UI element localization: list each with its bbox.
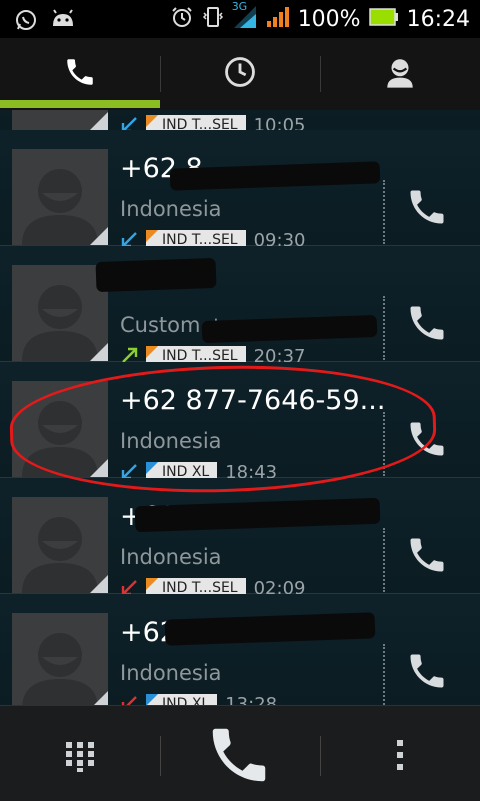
bottom-divider xyxy=(320,736,321,776)
country-label: Indonesia xyxy=(120,661,222,685)
person-icon xyxy=(383,55,417,93)
call-time: 13:28 xyxy=(225,693,278,706)
redaction xyxy=(95,257,217,293)
tab-call-log[interactable] xyxy=(160,38,320,110)
call-log-row[interactable]: IND T...SEL 10:05 xyxy=(0,110,480,136)
dialpad-icon[interactable] xyxy=(64,740,96,776)
separator xyxy=(383,528,385,592)
signal-icon xyxy=(266,5,290,33)
call-button[interactable] xyxy=(405,185,449,229)
avatar[interactable] xyxy=(12,149,108,245)
whatsapp-icon xyxy=(14,8,38,36)
tab-bar xyxy=(0,38,480,111)
country-label: Indonesia xyxy=(120,545,222,569)
call-log-row[interactable]: +62 8 Indonesia IND XL 13:28 xyxy=(0,594,480,705)
clock-icon xyxy=(223,55,257,93)
call-log-row[interactable]: +62 8 Indonesia IND T...SEL 02:09 xyxy=(0,478,480,599)
clock: 16:24 xyxy=(406,6,470,32)
vibrate-icon xyxy=(202,5,224,33)
battery-percent: 100% xyxy=(297,6,361,32)
menu-icon[interactable] xyxy=(394,738,406,776)
country-label: Indonesia xyxy=(120,197,222,221)
android-icon xyxy=(50,8,76,36)
bottom-divider xyxy=(160,736,161,776)
bottom-action-bar xyxy=(0,705,480,801)
battery-icon xyxy=(368,7,399,31)
tab-contacts[interactable] xyxy=(320,38,480,110)
wifi-icon: 3G xyxy=(232,0,258,34)
separator xyxy=(383,180,385,244)
missed-call-icon xyxy=(121,696,137,705)
call-button[interactable] xyxy=(405,649,449,693)
call-log-row[interactable]: Custom + IND T...SEL 20:37 xyxy=(0,246,480,367)
separator xyxy=(383,296,385,360)
redaction xyxy=(201,314,378,344)
avatar[interactable] xyxy=(12,613,108,705)
active-tab-indicator xyxy=(0,100,160,108)
separator xyxy=(383,644,385,705)
phone-icon[interactable] xyxy=(204,720,274,794)
phone-icon xyxy=(63,55,97,93)
call-button[interactable] xyxy=(405,533,449,577)
avatar[interactable] xyxy=(12,497,108,593)
avatar[interactable] xyxy=(12,110,108,130)
alarm-icon xyxy=(170,5,194,33)
call-meta: IND XL 13:28 xyxy=(120,693,277,705)
network-type-label: 3G xyxy=(231,0,248,13)
call-log-row[interactable]: +62 8 Indonesia IND T...SEL 09:30 xyxy=(0,130,480,251)
sim-label: IND XL xyxy=(146,694,218,705)
call-button[interactable] xyxy=(405,301,449,345)
status-bar: 3G 100% 16:24 xyxy=(0,0,480,38)
avatar[interactable] xyxy=(12,265,108,361)
